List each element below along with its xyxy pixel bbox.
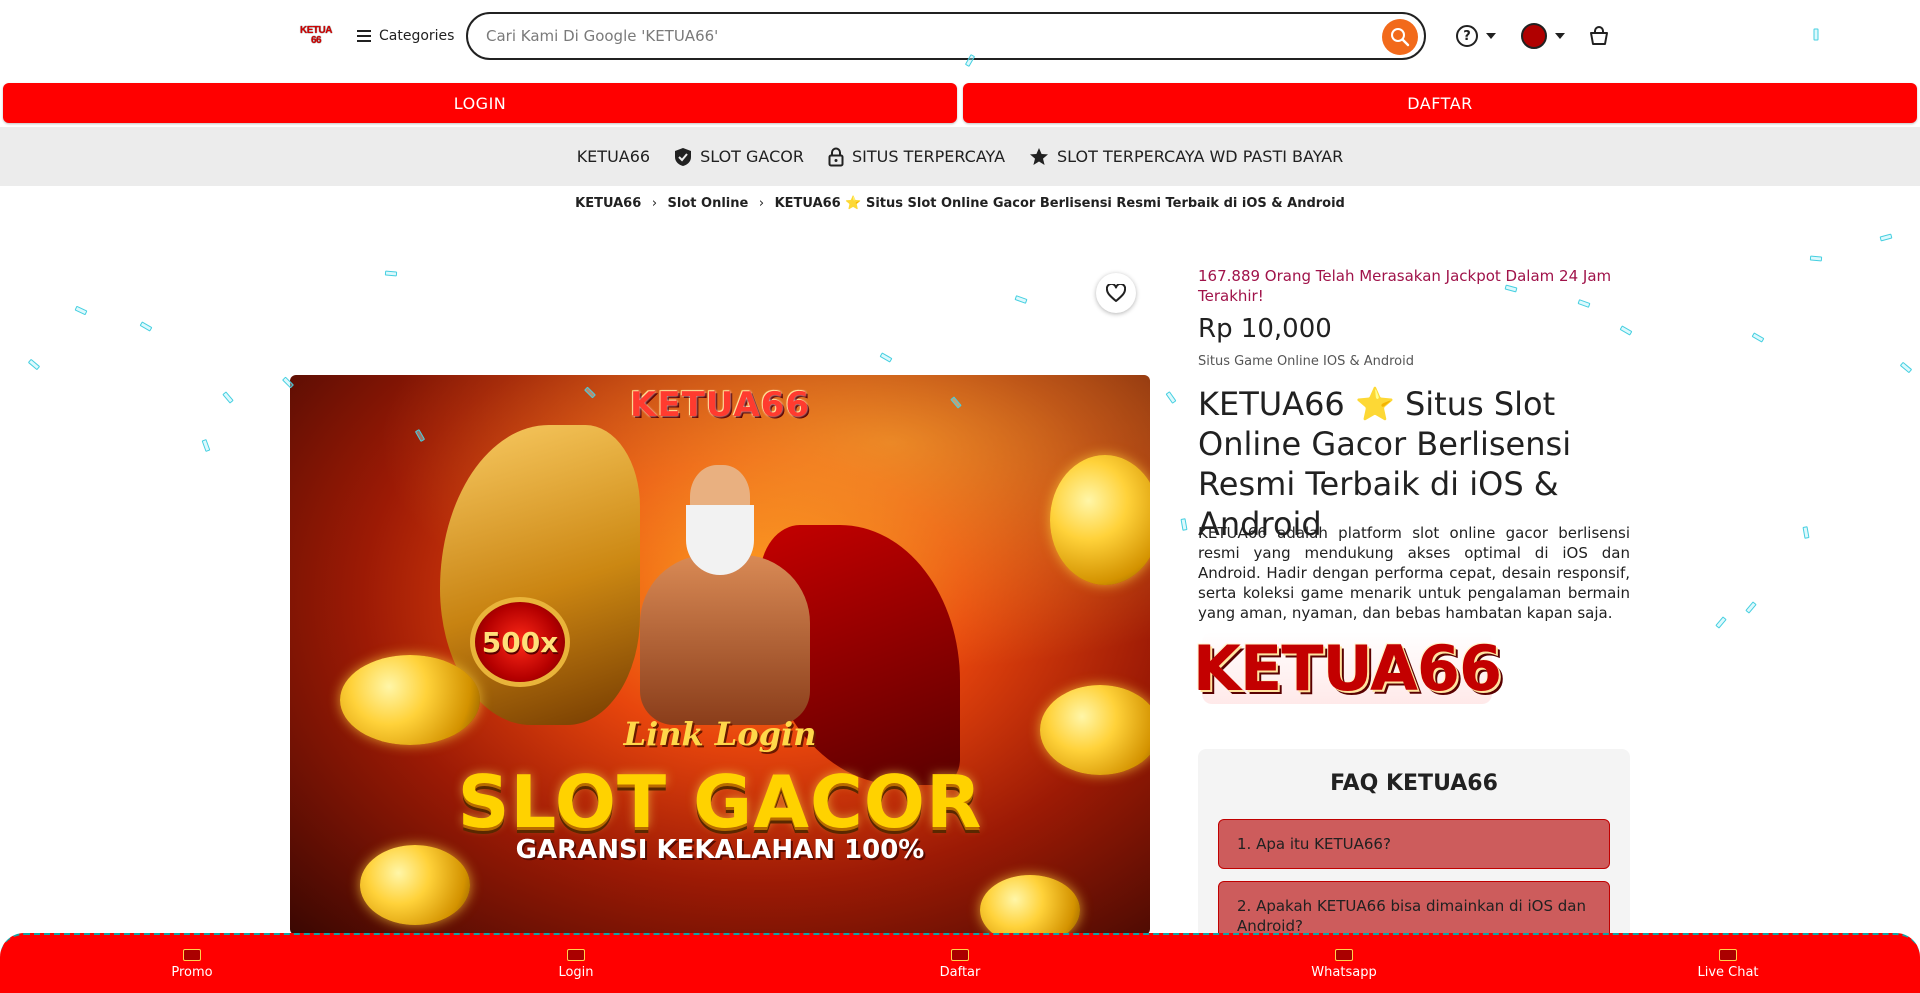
- product-title: KETUA66 ⭐ Situs Slot Online Gacor Berlis…: [1198, 385, 1572, 543]
- heart-icon: [1106, 284, 1126, 302]
- chat-icon: [1719, 948, 1737, 961]
- top-header: KETUA 66 Categories ?: [0, 0, 1920, 72]
- whatsapp-icon: [1335, 948, 1353, 961]
- help-menu[interactable]: ?: [1456, 22, 1496, 50]
- multiplier-badge: 500x: [470, 597, 570, 687]
- chevron-down-icon: [1555, 33, 1565, 39]
- account-menu[interactable]: [1521, 22, 1565, 50]
- tag-situs-terpercaya[interactable]: SITUS TERPERCAYA: [828, 147, 1005, 167]
- chevron-right-icon: ›: [758, 196, 765, 211]
- tag-label: SITUS TERPERCAYA: [851, 147, 1006, 166]
- tag-label: SLOT TERPERCAYA WD PASTI BAYAR: [1057, 147, 1344, 166]
- categories-menu[interactable]: Categories: [357, 24, 454, 48]
- god-figure: [620, 445, 820, 725]
- daftar-button[interactable]: DAFTAR: [963, 83, 1917, 123]
- product-subtitle: Situs Game Online IOS & Android: [1198, 354, 1414, 369]
- hero-subline: GARANSI KEKALAHAN 100%: [515, 835, 925, 865]
- chevron-down-icon: [1486, 33, 1496, 39]
- lock-icon: [828, 147, 844, 166]
- bottom-nav-label: Live Chat: [1697, 964, 1759, 980]
- cart-button[interactable]: [1588, 22, 1610, 50]
- login-icon: [567, 948, 585, 961]
- login-button[interactable]: LOGIN: [3, 83, 957, 123]
- hamburger-icon: [357, 30, 371, 42]
- tag-label: KETUA66: [576, 147, 651, 166]
- bottom-nav-login[interactable]: Login: [384, 935, 768, 993]
- bottom-nav-promo[interactable]: Promo: [0, 935, 384, 993]
- tag-ketua66[interactable]: KETUA66: [577, 147, 650, 166]
- register-icon: [951, 948, 969, 961]
- breadcrumb-current: KETUA66 ⭐ Situs Slot Online Gacor Berlis…: [774, 196, 1345, 211]
- search-input[interactable]: [486, 24, 1336, 48]
- breadcrumb-home[interactable]: KETUA66: [575, 196, 641, 211]
- bottom-nav-live-chat[interactable]: Live Chat: [1536, 935, 1920, 993]
- product-image[interactable]: 500x KETUA66 Link Login SLOT GACOR GARAN…: [290, 375, 1150, 935]
- cart-icon: [1590, 26, 1608, 45]
- bottom-nav-label: Login: [558, 964, 594, 980]
- tag-slot-gacor[interactable]: SLOT GACOR: [674, 147, 804, 167]
- help-icon: ?: [1456, 25, 1478, 47]
- gold-coin: [1050, 455, 1150, 585]
- breadcrumb: KETUA66 › Slot Online › KETUA66 ⭐ Situs …: [0, 196, 1920, 211]
- bottom-navigation: Promo Login Daftar Whatsapp Live Chat: [0, 933, 1920, 993]
- bottom-nav-label: Promo: [171, 964, 213, 980]
- product-price: Rp 10,000: [1198, 314, 1332, 344]
- tag-label: SLOT GACOR: [700, 147, 804, 166]
- star-icon: [1030, 147, 1049, 165]
- brand-logo-image: KETUA66: [1192, 631, 1502, 705]
- promo-icon: [183, 948, 201, 961]
- hero-link-text: Link Login: [623, 715, 817, 753]
- tag-slot-terpercaya-wd[interactable]: SLOT TERPERCAYA WD PASTI BAYAR: [1029, 147, 1343, 167]
- search-button[interactable]: [1382, 19, 1418, 55]
- wishlist-button[interactable]: [1096, 273, 1136, 313]
- tag-navigation: KETUA66 SLOT GACOR SITUS TERPERCAYA SLOT…: [0, 127, 1920, 186]
- site-logo[interactable]: KETUA 66: [296, 20, 336, 52]
- product-description: KETUA66 adalah platform slot online gaco…: [1198, 524, 1630, 622]
- faq-item[interactable]: 1. Apa itu KETUA66?: [1218, 819, 1610, 869]
- bottom-nav-label: Daftar: [939, 964, 981, 980]
- faq-title: FAQ KETUA66: [1330, 771, 1498, 796]
- search-bar: [466, 12, 1426, 60]
- hero-headline: SLOT GACOR: [457, 760, 983, 844]
- gold-coin: [980, 875, 1080, 935]
- chevron-right-icon: ›: [651, 196, 658, 211]
- shield-check-icon: [675, 147, 692, 166]
- breadcrumb-category[interactable]: Slot Online: [668, 196, 749, 211]
- categories-label: Categories: [379, 28, 455, 44]
- avatar: [1521, 23, 1547, 49]
- search-icon: [1391, 28, 1410, 47]
- bottom-nav-label: Whatsapp: [1311, 964, 1377, 980]
- bottom-nav-daftar[interactable]: Daftar: [768, 935, 1152, 993]
- jackpot-promo-text: 167.889 Orang Telah Merasakan Jackpot Da…: [1198, 267, 1612, 305]
- hero-brand: KETUA66: [630, 385, 810, 425]
- bottom-nav-whatsapp[interactable]: Whatsapp: [1152, 935, 1536, 993]
